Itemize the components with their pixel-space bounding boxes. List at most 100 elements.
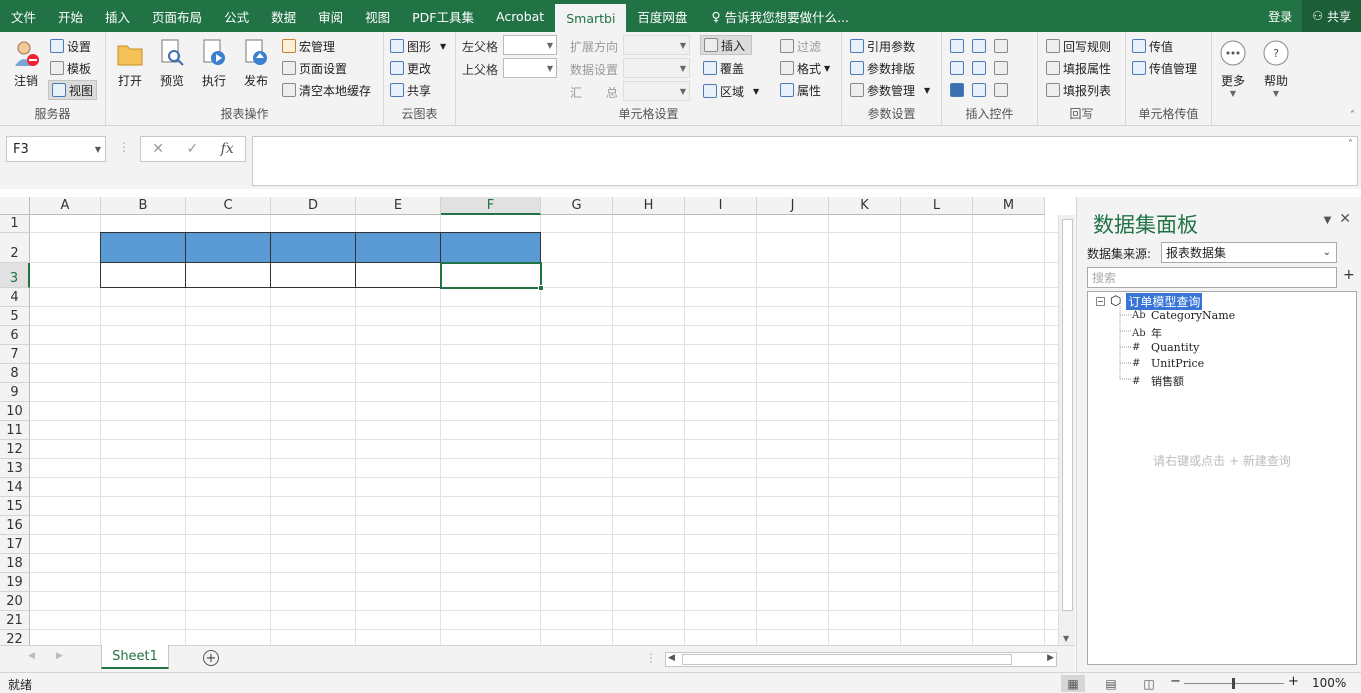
function-icon[interactable]: fx	[221, 141, 234, 157]
tab-file[interactable]: 文件	[0, 0, 47, 32]
pass-manage-button[interactable]: 传值管理	[1132, 58, 1197, 78]
param-layout-button[interactable]: 参数排版	[850, 58, 915, 78]
column-header-h[interactable]: H	[613, 197, 685, 215]
cell-c2[interactable]	[185, 232, 271, 263]
view-button[interactable]: 视图	[48, 80, 98, 100]
row-header-19[interactable]: 19	[0, 573, 30, 592]
vertical-scroll-thumb[interactable]	[1062, 219, 1073, 611]
tab-page-layout[interactable]: 页面布局	[141, 0, 213, 32]
tree-field[interactable]: Ab 年	[1132, 325, 1162, 341]
scroll-down-icon[interactable]: ▼	[1063, 634, 1069, 643]
cell-e3[interactable]	[355, 262, 441, 288]
tab-smartbi[interactable]: Smartbi	[555, 4, 627, 32]
row-header-11[interactable]: 11	[0, 421, 30, 440]
column-header-g[interactable]: G	[541, 197, 613, 215]
page-layout-view-icon[interactable]: ▤	[1099, 675, 1123, 692]
publish-button[interactable]: 发布	[236, 38, 276, 89]
tree-root[interactable]: − ⬡ 订单模型查询	[1096, 293, 1203, 310]
fill-handle[interactable]	[538, 285, 544, 291]
column-header-a[interactable]: A	[30, 197, 101, 215]
image-control-icon[interactable]	[972, 61, 986, 75]
row-header-12[interactable]: 12	[0, 440, 30, 459]
splitter-icon[interactable]: ⋮	[645, 651, 657, 665]
column-header-e[interactable]: E	[356, 197, 441, 215]
row-header-6[interactable]: 6	[0, 326, 30, 345]
list-control-icon[interactable]	[994, 39, 1008, 53]
scroll-right-icon[interactable]: ▶	[1047, 653, 1054, 663]
execute-button[interactable]: 执行	[194, 38, 234, 89]
cell-d3[interactable]	[270, 262, 356, 288]
clear-cache-button[interactable]: 清空本地缓存	[282, 80, 371, 100]
cover-button[interactable]: 覆盖	[703, 58, 744, 78]
tree-control-icon[interactable]	[994, 61, 1008, 75]
tree-field[interactable]: # UnitPrice	[1132, 357, 1204, 370]
row-header-4[interactable]: 4	[0, 288, 30, 307]
page-setup-button[interactable]: 页面设置	[282, 58, 347, 78]
upload-control-icon[interactable]	[972, 83, 986, 97]
left-parent-dropdown[interactable]: ▼	[503, 35, 557, 55]
area-button[interactable]: 区域 ▼	[703, 81, 759, 101]
textbox-control-icon[interactable]	[950, 39, 964, 53]
fill-property-button[interactable]: 填报属性	[1046, 58, 1111, 78]
sheet-tab-sheet1[interactable]: Sheet1	[101, 645, 169, 669]
search-input[interactable]: 搜索	[1087, 267, 1337, 288]
tab-acrobat[interactable]: Acrobat	[485, 0, 555, 32]
param-manage-button[interactable]: 参数管理 ▼	[850, 80, 930, 100]
column-header-i[interactable]: I	[685, 197, 757, 215]
formula-input[interactable]: ˄	[252, 136, 1358, 186]
tell-me-box[interactable]: ♀ 告诉我您想要做什么...	[700, 0, 860, 32]
chevron-up-icon[interactable]: ˄	[1348, 139, 1353, 150]
dataset-tree[interactable]: − ⬡ 订单模型查询 Ab CategoryName Ab 年 # Quantity # Un…	[1087, 291, 1357, 665]
format-button[interactable]: 格式 ▼	[780, 58, 830, 78]
date-control-icon[interactable]	[950, 61, 964, 75]
tab-baidu-netdisk[interactable]: 百度网盘	[626, 0, 698, 32]
zoom-out-icon[interactable]: −	[1170, 674, 1181, 689]
settings-button[interactable]: 设置	[50, 36, 91, 56]
row-header-21[interactable]: 21	[0, 611, 30, 630]
worksheet-grid[interactable]: ABCDEFGHIJKLM 1 2 3 4 5 6 7 8 9 10 11 12 13 14 15 16 17 1…	[0, 197, 1075, 645]
add-sheet-icon[interactable]: +	[203, 650, 219, 666]
row-header-15[interactable]: 15	[0, 497, 30, 516]
name-box[interactable]: F3 ▼	[6, 136, 106, 162]
selected-cell[interactable]	[440, 262, 542, 289]
tab-review[interactable]: 审阅	[307, 0, 354, 32]
close-icon[interactable]: ✕	[1339, 211, 1351, 227]
row-header-3[interactable]: 3	[0, 263, 30, 288]
tree-field[interactable]: # Quantity	[1132, 341, 1199, 354]
prev-sheet-icon[interactable]: ◀	[28, 651, 35, 661]
row-header-9[interactable]: 9	[0, 383, 30, 402]
column-header-k[interactable]: K	[829, 197, 901, 215]
macro-manager-button[interactable]: 宏管理	[282, 36, 335, 56]
page-break-view-icon[interactable]: ◫	[1137, 675, 1161, 692]
row-header-1[interactable]: 1	[0, 215, 30, 233]
tab-formulas[interactable]: 公式	[213, 0, 260, 32]
collapse-icon[interactable]: −	[1096, 297, 1105, 306]
logout-button[interactable]: 注销	[6, 38, 46, 89]
cancel-icon[interactable]: ✕	[152, 141, 164, 157]
scroll-left-icon[interactable]: ◀	[668, 653, 675, 663]
change-button[interactable]: 更改	[390, 58, 431, 78]
zoom-level[interactable]: 100%	[1312, 676, 1346, 690]
row-header-16[interactable]: 16	[0, 516, 30, 535]
data-setting-dropdown[interactable]: ▼	[623, 58, 690, 78]
pass-value-button[interactable]: 传值	[1132, 36, 1173, 56]
column-header-f[interactable]: F	[441, 197, 541, 215]
splitter-icon[interactable]: ⋮	[118, 140, 130, 154]
writeback-rules-button[interactable]: 回写规则	[1046, 36, 1111, 56]
column-header-j[interactable]: J	[757, 197, 829, 215]
horizontal-scrollbar[interactable]: ◀ ▶	[665, 652, 1057, 667]
cloud-share-button[interactable]: 共享	[390, 80, 431, 100]
zoom-in-icon[interactable]: +	[1288, 674, 1299, 689]
select-all-corner[interactable]	[0, 197, 30, 215]
tree-field[interactable]: Ab CategoryName	[1132, 309, 1235, 322]
share-button[interactable]: ⚇ 共享	[1302, 0, 1361, 32]
row-header-2[interactable]: 2	[0, 233, 30, 263]
cell-f2[interactable]	[440, 232, 541, 263]
normal-view-icon[interactable]: ▦	[1061, 675, 1085, 692]
login-button[interactable]: 登录	[1258, 8, 1302, 25]
panel-menu-icon[interactable]: ▼	[1324, 215, 1332, 226]
cell-d2[interactable]	[270, 232, 356, 263]
chart-button[interactable]: 图形 ▼	[390, 36, 446, 56]
label-control-icon[interactable]	[994, 83, 1008, 97]
enter-icon[interactable]: ✓	[186, 141, 198, 157]
